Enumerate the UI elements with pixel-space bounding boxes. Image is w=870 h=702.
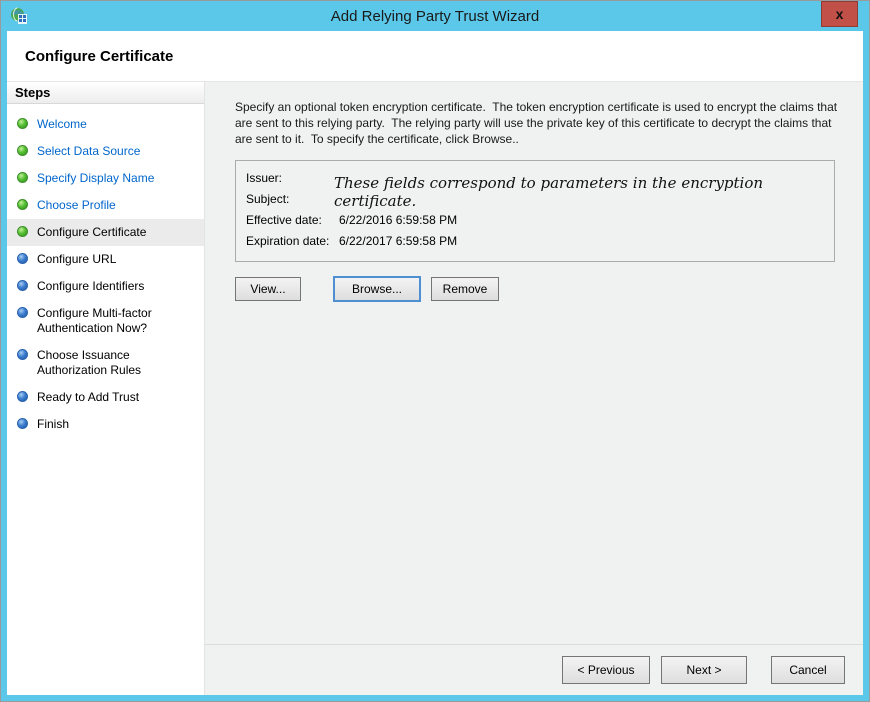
step-label: Configure URL xyxy=(37,252,116,267)
step-label: Finish xyxy=(37,417,69,432)
step-label: Choose Profile xyxy=(37,198,116,213)
certificate-field-label: Issuer: xyxy=(246,168,339,189)
certificate-field-label: Effective date: xyxy=(246,210,339,231)
sidebar-step-6: Configure Identifiers xyxy=(7,273,204,300)
adfs-app-icon xyxy=(10,7,28,25)
certificate-field-row: Effective date:6/22/2016 6:59:58 PM xyxy=(246,210,824,231)
sidebar-step-8: Choose Issuance Authorization Rules xyxy=(7,342,204,384)
step-bullet-icon xyxy=(17,145,28,156)
view-button[interactable]: View... xyxy=(235,277,301,301)
sidebar-step-5: Configure URL xyxy=(7,246,204,273)
step-bullet-icon xyxy=(17,349,28,360)
cancel-button[interactable]: Cancel xyxy=(771,656,845,684)
page-title: Configure Certificate xyxy=(25,48,173,65)
titlebar[interactable]: Add Relying Party Trust Wizard x xyxy=(1,1,869,31)
steps-heading: Steps xyxy=(7,82,204,104)
main-area: Steps Welcome Select Data Source Specify D… xyxy=(7,82,863,695)
window-title: Add Relying Party Trust Wizard xyxy=(331,8,539,25)
step-label: Choose Issuance Authorization Rules xyxy=(37,348,198,378)
steps-sidebar: Steps Welcome Select Data Source Specify D… xyxy=(7,82,205,695)
footer-bar: < Previous Next > Cancel xyxy=(205,644,863,695)
wizard-window: Add Relying Party Trust Wizard x Configu… xyxy=(0,0,870,702)
content-body: Specify an optional token encryption cer… xyxy=(205,82,863,644)
sidebar-step-10: Finish xyxy=(7,411,204,438)
step-label: Select Data Source xyxy=(37,144,140,159)
step-bullet-icon xyxy=(17,307,28,318)
step-bullet-icon xyxy=(17,418,28,429)
step-bullet-icon xyxy=(17,172,28,183)
certificate-details-box: Issuer:Subject:Effective date:6/22/2016 … xyxy=(235,160,835,262)
next-button[interactable]: Next > xyxy=(661,656,747,684)
sidebar-step-3[interactable]: Choose Profile xyxy=(7,192,204,219)
previous-button[interactable]: < Previous xyxy=(562,656,650,684)
certificate-field-label: Subject: xyxy=(246,189,339,210)
browse-button[interactable]: Browse... xyxy=(333,276,421,302)
certificate-field-value: 6/22/2016 6:59:58 PM xyxy=(339,210,457,231)
certificate-field-label: Expiration date: xyxy=(246,231,339,252)
sidebar-step-9: Ready to Add Trust xyxy=(7,384,204,411)
step-label: Configure Identifiers xyxy=(37,279,144,294)
close-icon: x xyxy=(836,6,844,22)
step-label: Configure Multi-factor Authentication No… xyxy=(37,306,198,336)
sidebar-step-1[interactable]: Select Data Source xyxy=(7,138,204,165)
content-pane: Specify an optional token encryption cer… xyxy=(205,82,863,695)
sidebar-step-7: Configure Multi-factor Authentication No… xyxy=(7,300,204,342)
step-bullet-icon xyxy=(17,391,28,402)
step-bullet-icon xyxy=(17,226,28,237)
certificate-field-row: Expiration date:6/22/2017 6:59:58 PM xyxy=(246,231,824,252)
certificate-button-row: View... Browse... Remove xyxy=(235,276,839,302)
sidebar-step-0[interactable]: Welcome xyxy=(7,111,204,138)
remove-button[interactable]: Remove xyxy=(431,277,499,301)
steps-list: Welcome Select Data Source Specify Display… xyxy=(7,111,204,438)
certificate-field-value: 6/22/2017 6:59:58 PM xyxy=(339,231,457,252)
sidebar-step-2[interactable]: Specify Display Name xyxy=(7,165,204,192)
close-button[interactable]: x xyxy=(821,1,858,27)
page-header: Configure Certificate xyxy=(7,31,863,82)
page-description: Specify an optional token encryption cer… xyxy=(235,99,839,147)
step-label: Specify Display Name xyxy=(37,171,154,186)
step-bullet-icon xyxy=(17,118,28,129)
certificate-annotation: These fields correspond to parameters in… xyxy=(334,174,826,210)
step-label: Ready to Add Trust xyxy=(37,390,139,405)
sidebar-step-4: Configure Certificate xyxy=(7,219,204,246)
step-label: Configure Certificate xyxy=(37,225,146,240)
step-bullet-icon xyxy=(17,280,28,291)
dialog-body: Configure Certificate Steps Welcome Selec… xyxy=(7,31,863,695)
step-bullet-icon xyxy=(17,199,28,210)
step-bullet-icon xyxy=(17,253,28,264)
step-label: Welcome xyxy=(37,117,87,132)
